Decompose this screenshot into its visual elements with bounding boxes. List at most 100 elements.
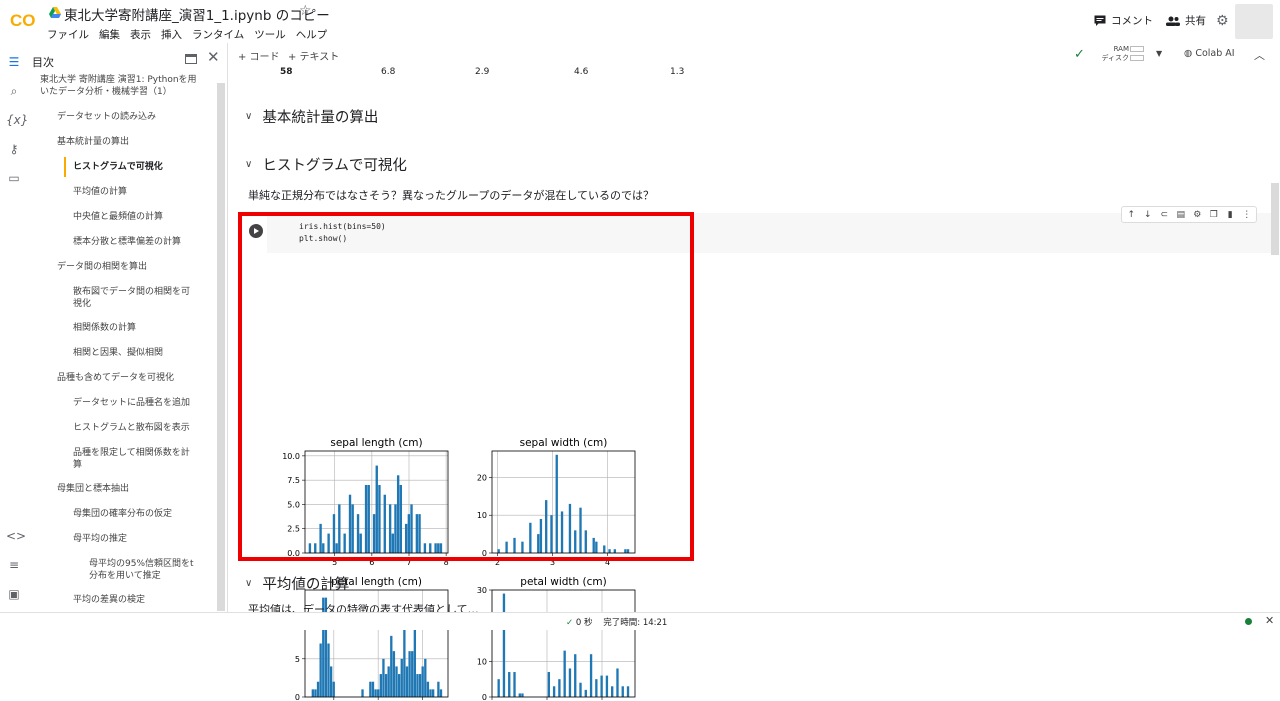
sidebar-item[interactable]: 中央値と最頻値の計算	[73, 211, 217, 223]
histogram-bar	[397, 674, 401, 697]
add-code-button[interactable]: + コード	[238, 48, 280, 63]
key-icon[interactable]: ⚷	[6, 142, 22, 158]
section-basic-stats[interactable]: ∨ 基本統計量の算出	[245, 106, 378, 127]
menu-tools[interactable]: ツール	[254, 27, 286, 42]
comment-icon[interactable]: ▤	[1176, 210, 1187, 220]
markdown-text: 単純な正規分布ではなさそう？異なったグループのデータが混在しているのでは？	[248, 189, 655, 202]
sidebar-item[interactable]: データセットの読み込み	[57, 111, 217, 123]
colab-logo[interactable]: CO	[10, 9, 40, 31]
sidebar-item[interactable]: ヒストグラムで可視化	[73, 161, 217, 173]
menu-insert[interactable]: 挿入	[161, 27, 182, 42]
histogram-bar	[369, 681, 372, 697]
colab-ai-label: Colab AI	[1195, 48, 1235, 59]
table-cell: 58	[280, 67, 293, 77]
sidebar-item[interactable]: ヒストグラムと散布図を表示	[73, 422, 217, 434]
elapsed-time: 0 秒	[575, 618, 593, 628]
section-histogram[interactable]: ∨ ヒストグラムで可視化	[245, 154, 407, 175]
cell-toolbar: ↑ ↓ ⊂ ▤ ⚙ ❐ ▮ ⋮	[1121, 206, 1257, 223]
terminal-icon[interactable]: ▣	[6, 587, 22, 603]
chevron-down-icon[interactable]: ▼	[1156, 49, 1162, 58]
y-tick-label: 0	[295, 693, 300, 701]
sidebar-scrollbar[interactable]	[217, 83, 225, 611]
histogram-bar	[437, 681, 440, 697]
svg-text:CO: CO	[10, 11, 36, 30]
toc-icon[interactable]: ☰	[6, 55, 22, 71]
search-icon[interactable]: ⌕	[6, 84, 22, 100]
sidebar-item[interactable]: 相関と因果、擬似相関	[73, 347, 217, 359]
histogram-bar	[382, 658, 385, 697]
highlight-box	[238, 212, 694, 561]
more-icon[interactable]: ⋮	[1242, 210, 1253, 220]
sidebar-item[interactable]: 標本分散と標準偏差の計算	[73, 236, 217, 248]
move-down-icon[interactable]: ↓	[1143, 210, 1154, 220]
gear-icon[interactable]: ⚙	[1192, 210, 1203, 220]
sidebar-item[interactable]: 母平均の推定	[73, 533, 217, 545]
sidebar-item[interactable]: 基本統計量の算出	[57, 136, 217, 148]
chevron-down-icon[interactable]: ∨	[245, 578, 252, 589]
menu-help[interactable]: ヘルプ	[296, 27, 328, 42]
move-up-icon[interactable]: ↑	[1126, 210, 1137, 220]
connection-status-icon	[1245, 618, 1252, 625]
colab-ai-button[interactable]: ◍ Colab AI	[1184, 48, 1235, 59]
link-icon[interactable]: ⊂	[1159, 210, 1170, 220]
sidebar-item[interactable]: 母集団と標本抽出	[57, 483, 217, 495]
folder-icon[interactable]: ▭	[6, 171, 22, 187]
variables-icon[interactable]: {x}	[6, 113, 28, 129]
histogram-bar	[589, 654, 593, 697]
sidebar-item[interactable]: 東北大学 寄附講座 演習1: Pythonを用 いたデータ分析・機械学習（1）	[40, 74, 217, 98]
sidebar-item[interactable]: 母集団の確率分布の仮定	[73, 508, 217, 520]
collapse-header-icon[interactable]: ︿	[1254, 47, 1265, 63]
comment-icon	[1094, 15, 1106, 26]
sidebar-item[interactable]: 平均値の計算	[73, 186, 217, 198]
add-text-button[interactable]: + テキスト	[288, 48, 339, 63]
avatar[interactable]	[1235, 4, 1273, 39]
table-cell: 4.6	[574, 67, 589, 77]
sidebar-item-label: 母集団の確率分布の仮定	[73, 509, 173, 519]
code-snippets-icon[interactable]: <>	[6, 529, 26, 545]
sidebar-item[interactable]: データ間の相関を算出	[57, 261, 217, 273]
histogram-bar	[311, 689, 314, 697]
main-scrollbar[interactable]	[1271, 183, 1279, 255]
share-button[interactable]: 共有	[1166, 13, 1206, 28]
chevron-down-icon[interactable]: ∨	[245, 159, 252, 170]
open-in-tab-icon[interactable]	[185, 54, 197, 64]
delete-icon[interactable]: ▮	[1225, 210, 1236, 220]
completed-time: 完了時間: 14:21	[603, 618, 668, 628]
sidebar-item-label: 品種を限定して相関係数を計	[73, 448, 190, 458]
sidebar-item[interactable]: 平均の差異の検定	[73, 594, 217, 606]
sidebar-item[interactable]: データセットに品種名を追加	[73, 397, 217, 409]
menu-edit[interactable]: 編集	[99, 27, 120, 42]
menu-file[interactable]: ファイル	[47, 27, 89, 42]
resource-labels[interactable]: RAM ディスク	[1093, 45, 1129, 63]
sidebar-item[interactable]: 相関係数の計算	[73, 322, 217, 334]
histogram-bar	[371, 681, 375, 697]
sidebar-item-label: 視化	[73, 299, 92, 309]
sidebar-item[interactable]: 品種を限定して相関係数を計算	[73, 447, 217, 471]
histogram-bar	[403, 620, 406, 697]
section-mean[interactable]: ∨ 平均値の計算	[245, 573, 349, 594]
top-bar: CO 東北大学寄附講座_演習1_1.ipynb のコピー ☆ ファイル 編集 表…	[0, 0, 1280, 43]
histogram-bar	[439, 689, 443, 697]
y-tick-label: 5	[295, 655, 300, 664]
mirror-cell-icon[interactable]: ❐	[1209, 210, 1220, 220]
command-palette-icon[interactable]: ≡	[6, 558, 22, 574]
sidebar-item[interactable]: 散布図でデータ間の相関を可 視化	[73, 286, 217, 310]
status-text[interactable]: ✓ 0 秒 完了時間: 14:21	[566, 616, 667, 628]
sidebar-item-label: データ間の相関を算出	[57, 262, 148, 272]
close-icon[interactable]: ✕	[1265, 614, 1274, 627]
comment-button[interactable]: コメント	[1094, 13, 1153, 28]
histogram-bar	[429, 689, 432, 697]
histogram-bar	[563, 650, 566, 697]
close-icon[interactable]: ✕	[207, 48, 220, 66]
menu-view[interactable]: 表示	[130, 27, 151, 42]
sidebar-item[interactable]: 品種も含めてデータを可視化	[57, 372, 217, 384]
notebook-title[interactable]: 東北大学寄附講座_演習1_1.ipynb のコピー	[64, 4, 330, 24]
star-icon[interactable]: ☆	[299, 3, 312, 19]
disk-meter	[1130, 55, 1144, 61]
settings-gear-icon[interactable]: ⚙	[1216, 13, 1229, 29]
sidebar-item[interactable]: 母平均の95%信頼区間をt 分布を用いて推定	[89, 558, 217, 582]
menu-runtime[interactable]: ランタイム	[192, 27, 244, 42]
histogram-bar	[558, 679, 561, 697]
chevron-down-icon[interactable]: ∨	[245, 111, 252, 122]
people-icon	[1166, 16, 1180, 26]
